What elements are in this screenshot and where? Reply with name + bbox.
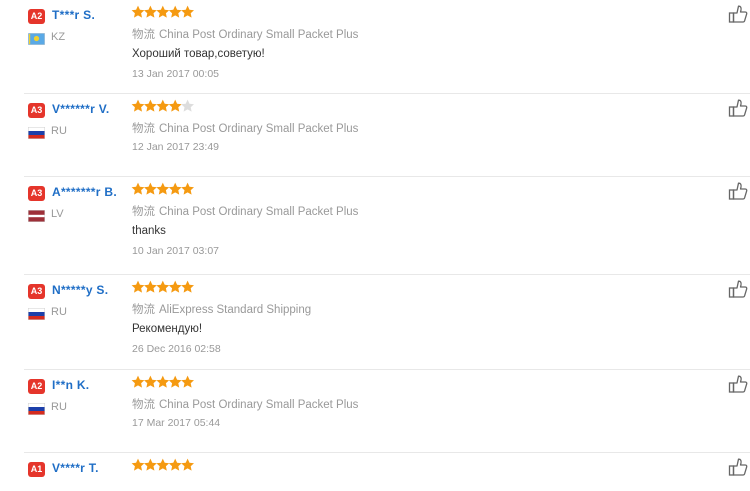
star-rating [131,5,195,19]
star-filled-icon [131,375,145,388]
star-filled-icon [156,99,170,112]
buyer-name-link[interactable]: N*****y S. [52,283,108,297]
shipping-method: 物流 China Post Ordinary Small Packet Plus [132,26,358,42]
star-filled-icon [144,5,157,18]
review-divider [24,176,750,177]
buyer-level-badge: A1 [28,462,45,477]
buyer-name-link[interactable]: A*******r B. [52,185,117,199]
lv-flag-icon [28,209,45,222]
thumbs-up-icon[interactable] [727,373,749,395]
shipping-method-value: China Post Ordinary Small Packet Plus [159,29,359,41]
star-filled-icon [156,182,170,195]
thumbs-up-icon[interactable] [727,278,749,300]
shipping-method-label: 物流 [132,29,155,41]
kz-flag-icon [28,32,45,45]
buyer-name-link[interactable]: T***r S. [52,8,95,22]
star-rating [131,99,195,113]
star-rating [131,280,195,294]
review-divider [24,274,750,275]
buyer-name-link[interactable]: V****r T. [52,461,99,475]
star-filled-icon [131,280,145,293]
review-date: 17 Mar 2017 05:44 [132,417,221,429]
shipping-method: 物流 China Post Ordinary Small Packet Plus [132,120,358,136]
review-date: 10 Jan 2017 03:07 [132,245,219,257]
review-item: A2 T***r S. KZ 物流 China Post Ordinary Small … [0,5,750,102]
shipping-method-label: 物流 [132,304,155,316]
shipping-method: 物流 China Post Ordinary Small Packet Plus [132,396,358,412]
shipping-method-label: 物流 [132,123,155,135]
thumbs-up-icon[interactable] [727,456,749,478]
review-comment: Хороший товар,советую! [132,48,265,60]
star-filled-icon [131,182,145,195]
buyer-level-badge: A3 [28,284,45,299]
feedback-list: A2 T***r S. KZ 物流 China Post Ordinary Small … [0,0,750,480]
review-item: A3 A*******r B. LV 物流 China Post Ordinary Sm… [0,176,750,283]
review-divider [24,369,750,370]
star-filled-icon [168,280,182,293]
review-divider [24,452,750,453]
star-filled-icon [144,375,157,388]
buyer-country: RU [51,306,67,318]
star-filled-icon [181,280,194,293]
star-filled-icon [168,5,182,18]
star-filled-icon [131,5,145,18]
star-filled-icon [131,458,145,471]
star-filled-icon [156,375,170,388]
star-filled-icon [168,99,182,112]
star-filled-icon [131,99,145,112]
thumbs-up-icon[interactable] [727,3,749,25]
buyer-level-badge: A2 [28,379,45,394]
star-filled-icon [181,458,194,471]
star-filled-icon [168,375,182,388]
ru-flag-icon [28,126,45,139]
star-filled-icon [156,5,170,18]
shipping-method-label: 物流 [132,206,155,218]
star-filled-icon [168,458,182,471]
buyer-country: RU [51,125,67,137]
review-date: 12 Jan 2017 23:49 [132,141,219,153]
review-divider [24,93,750,94]
shipping-method-value: China Post Ordinary Small Packet Plus [159,123,359,135]
star-filled-icon [168,182,182,195]
star-rating [131,182,195,196]
star-rating [131,375,195,389]
shipping-method-value: China Post Ordinary Small Packet Plus [159,206,359,218]
review-comment: thanks [132,225,166,237]
review-date: 26 Dec 2016 02:58 [132,343,221,355]
thumbs-up-icon[interactable] [727,180,749,202]
review-item: A3 V******r V. RU 物流 China Post Ordinary Sma… [0,93,750,185]
star-filled-icon [156,280,170,293]
star-filled-icon [144,458,157,471]
star-filled-icon [181,375,194,388]
star-filled-icon [144,280,157,293]
buyer-name-link[interactable]: V******r V. [52,102,110,116]
thumbs-up-icon[interactable] [727,97,749,119]
ru-flag-icon [28,307,45,320]
review-item: A1 V****r T. [0,452,750,491]
buyer-country: LV [51,208,64,220]
review-date: 13 Jan 2017 00:05 [132,68,219,80]
buyer-level-badge: A3 [28,103,45,118]
buyer-name-link[interactable]: I**n K. [52,378,89,392]
buyer-level-badge: A2 [28,9,45,24]
buyer-country: KZ [51,31,66,43]
shipping-method-value: AliExpress Standard Shipping [159,304,312,316]
review-item: A2 I**n K. RU 物流 China Post Ordinary Small P… [0,369,750,461]
ru-flag-icon [28,402,45,415]
shipping-method: 物流 AliExpress Standard Shipping [132,301,311,317]
buyer-level-badge: A3 [28,186,45,201]
shipping-method: 物流 China Post Ordinary Small Packet Plus [132,203,358,219]
review-comment: Рекомендую! [132,323,203,335]
buyer-country: RU [51,401,67,413]
star-filled-icon [144,182,157,195]
star-filled-icon [156,458,170,471]
star-filled-icon [181,5,194,18]
review-item: A3 N*****y S. RU 物流 AliExpress Standard Ship… [0,274,750,378]
shipping-method-value: China Post Ordinary Small Packet Plus [159,399,359,411]
star-filled-icon [144,99,157,112]
shipping-method-label: 物流 [132,399,155,411]
star-filled-icon [181,182,194,195]
star-rating [131,458,195,472]
star-empty-icon [181,99,194,112]
